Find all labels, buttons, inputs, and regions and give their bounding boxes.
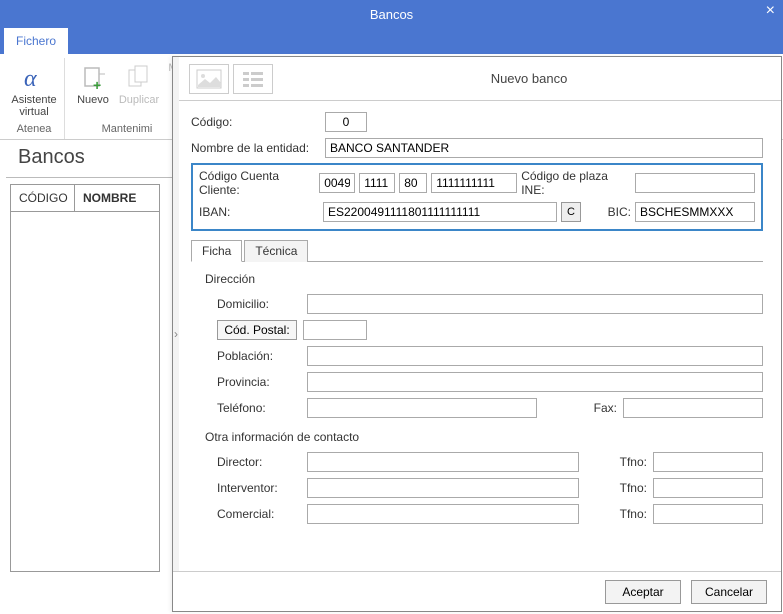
form-area: Código: Nombre de la entidad: Código Cue… bbox=[173, 101, 781, 536]
interventor-tfno-input[interactable] bbox=[653, 478, 763, 498]
direccion-title: Dirección bbox=[205, 272, 763, 286]
tab-ficha[interactable]: Ficha bbox=[191, 240, 242, 262]
dialog-toolbar: Nuevo banco bbox=[173, 57, 781, 101]
close-icon[interactable]: × bbox=[766, 2, 775, 20]
duplicar-button[interactable]: Duplicar bbox=[117, 60, 161, 108]
iban-label: IBAN: bbox=[199, 205, 319, 219]
poblacion-input[interactable] bbox=[307, 346, 763, 366]
provincia-input[interactable] bbox=[307, 372, 763, 392]
ccc-sucursal-input[interactable] bbox=[359, 173, 395, 193]
svg-text:α: α bbox=[24, 66, 37, 92]
dialog-nuevo-banco: › Nuevo banco Código: Nombre de la entid… bbox=[172, 56, 782, 612]
fax-label: Fax: bbox=[583, 401, 617, 415]
plaza-input[interactable] bbox=[635, 173, 755, 193]
telefono-input[interactable] bbox=[307, 398, 537, 418]
alpha-icon: α bbox=[18, 62, 50, 94]
menu-tabs: Fichero bbox=[0, 28, 783, 54]
nuevo-label: Nuevo bbox=[77, 94, 109, 106]
comercial-tfno-label: Tfno: bbox=[607, 507, 647, 521]
bic-label: BIC: bbox=[608, 205, 631, 219]
title-bar: Bancos × bbox=[0, 0, 783, 28]
domicilio-input[interactable] bbox=[307, 294, 763, 314]
duplicate-icon bbox=[123, 62, 155, 94]
aceptar-button[interactable]: Aceptar bbox=[605, 580, 681, 604]
ccc-label: Código Cuenta Cliente: bbox=[199, 169, 315, 197]
interventor-tfno-label: Tfno: bbox=[607, 481, 647, 495]
ribbon-group-manten: + Nuevo Duplicar M Mantenimi bbox=[65, 58, 189, 139]
cancelar-button[interactable]: Cancelar bbox=[691, 580, 767, 604]
nuevo-button[interactable]: + Nuevo bbox=[71, 60, 115, 108]
cod-postal-button[interactable]: Cód. Postal: bbox=[217, 320, 297, 340]
director-tfno-input[interactable] bbox=[653, 452, 763, 472]
cuenta-box: Código Cuenta Cliente: Código de plaza I… bbox=[191, 163, 763, 231]
director-label: Director: bbox=[217, 455, 301, 469]
col-nombre[interactable]: NOMBRE bbox=[75, 185, 159, 211]
tabs: Ficha Técnica bbox=[191, 239, 763, 262]
domicilio-label: Domicilio: bbox=[217, 297, 301, 311]
bic-input[interactable] bbox=[635, 202, 755, 222]
group-label-atenea: Atenea bbox=[17, 123, 52, 137]
grid-body[interactable] bbox=[10, 212, 160, 572]
ccc-dc-input[interactable] bbox=[399, 173, 427, 193]
codigo-label: Código: bbox=[191, 115, 311, 129]
asistente-virtual-button[interactable]: α Asistente virtual bbox=[10, 60, 58, 120]
form-layout-icon[interactable] bbox=[233, 64, 273, 94]
window-title: Bancos bbox=[370, 7, 413, 22]
image-placeholder-icon[interactable] bbox=[189, 64, 229, 94]
comercial-label: Comercial: bbox=[217, 507, 301, 521]
director-input[interactable] bbox=[307, 452, 579, 472]
comercial-tfno-input[interactable] bbox=[653, 504, 763, 524]
iban-calc-button[interactable]: C bbox=[561, 202, 581, 222]
ribbon-group-atenea: α Asistente virtual Atenea bbox=[4, 58, 65, 139]
poblacion-label: Población: bbox=[217, 349, 301, 363]
nombre-input[interactable] bbox=[325, 138, 763, 158]
duplicar-label: Duplicar bbox=[119, 94, 159, 106]
ccc-banco-input[interactable] bbox=[319, 173, 355, 193]
interventor-label: Interventor: bbox=[217, 481, 301, 495]
director-tfno-label: Tfno: bbox=[607, 455, 647, 469]
plaza-label: Código de plaza INE: bbox=[521, 169, 631, 197]
comercial-input[interactable] bbox=[307, 504, 579, 524]
codigo-input[interactable] bbox=[325, 112, 367, 132]
splitter-handle[interactable]: › bbox=[173, 57, 179, 611]
svg-text:+: + bbox=[93, 77, 101, 92]
cod-postal-input[interactable] bbox=[303, 320, 367, 340]
group-label-manten: Mantenimi bbox=[102, 123, 153, 137]
contacto-title: Otra información de contacto bbox=[205, 430, 763, 444]
dialog-footer: Aceptar Cancelar bbox=[173, 571, 781, 611]
fax-input[interactable] bbox=[623, 398, 763, 418]
tab-fichero[interactable]: Fichero bbox=[4, 28, 68, 54]
provincia-label: Provincia: bbox=[217, 375, 301, 389]
ccc-cuenta-input[interactable] bbox=[431, 173, 517, 193]
col-codigo[interactable]: CÓDIGO bbox=[11, 185, 75, 211]
nombre-label: Nombre de la entidad: bbox=[191, 141, 311, 155]
direccion-group: Domicilio: Cód. Postal: Población: Provi… bbox=[191, 294, 763, 418]
dialog-title: Nuevo banco bbox=[277, 71, 781, 86]
interventor-input[interactable] bbox=[307, 478, 579, 498]
telefono-label: Teléfono: bbox=[217, 401, 301, 415]
iban-input[interactable] bbox=[323, 202, 557, 222]
new-document-icon: + bbox=[77, 62, 109, 94]
grid-header: CÓDIGO NOMBRE bbox=[10, 184, 160, 212]
tab-tecnica[interactable]: Técnica bbox=[244, 240, 308, 262]
contacto-group: Director: Tfno: Interventor: Tfno: Comer… bbox=[191, 452, 763, 524]
asistente-label: Asistente virtual bbox=[11, 94, 56, 118]
